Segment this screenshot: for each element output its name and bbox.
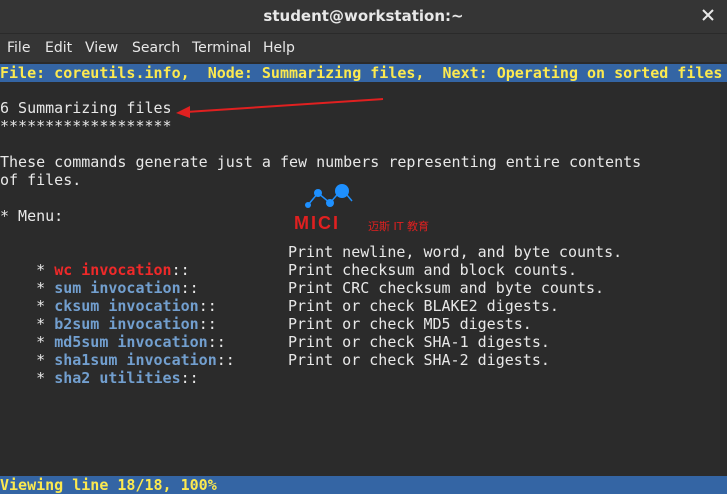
watermark-logo: MICI 迈斯 IT 教育 xyxy=(294,183,442,233)
watermark-brand: MICI xyxy=(294,213,340,233)
watermark-sub: 迈斯 IT 教育 xyxy=(368,220,429,233)
annotation-arrow xyxy=(176,98,384,118)
